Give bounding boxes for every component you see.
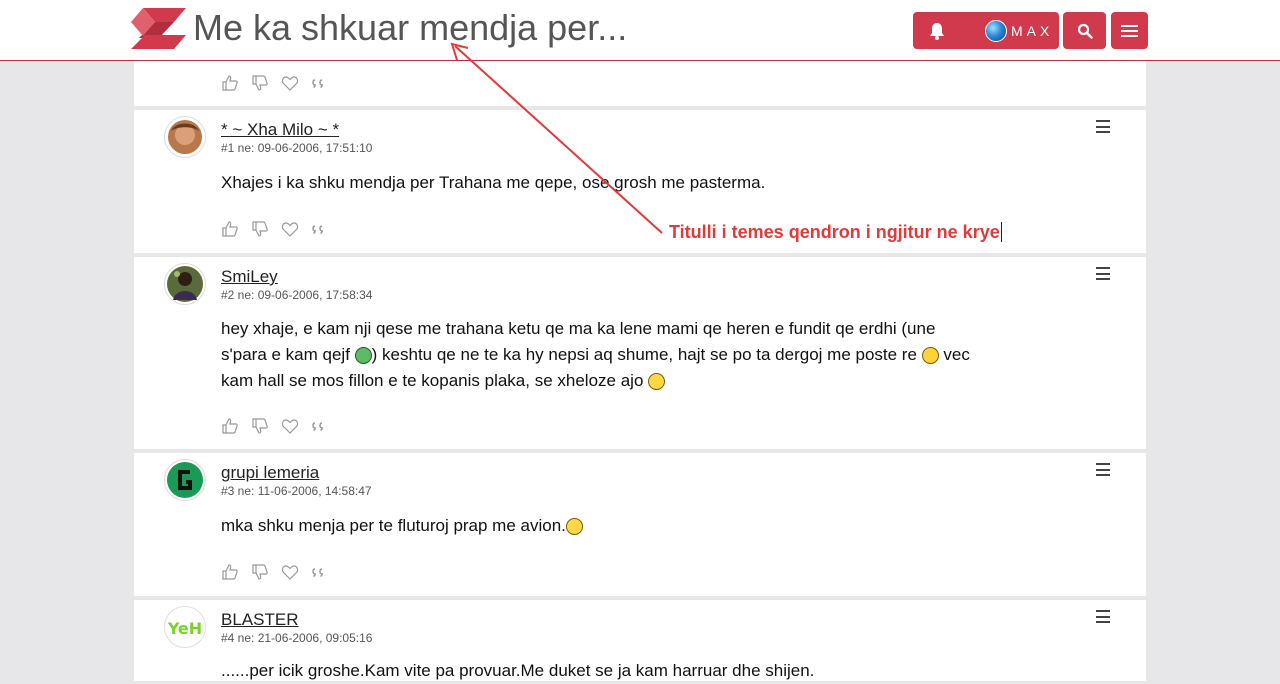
- post-actions: [221, 417, 329, 435]
- avatar[interactable]: [164, 459, 206, 501]
- avatar[interactable]: YeH: [164, 606, 206, 648]
- post-actions: [221, 220, 329, 238]
- text-segment: s'para e kam qejf: [221, 345, 355, 364]
- dislike-icon[interactable]: [251, 563, 269, 581]
- post-body: mka shku menja per te fluturoj prap me a…: [221, 513, 1051, 539]
- post-item: YeH BLASTER #4 ne: 21-06-2006, 09:05:16 …: [134, 600, 1146, 681]
- main-menu-button[interactable]: [1111, 12, 1148, 49]
- post-meta: #4 ne: 21-06-2006, 09:05:16: [221, 631, 373, 645]
- annotation-label: Titulli i temes qendron i ngjitur ne kry…: [669, 222, 1000, 242]
- heart-icon[interactable]: [281, 563, 299, 581]
- annotation-text: Titulli i temes qendron i ngjitur ne kry…: [669, 222, 1002, 243]
- post-body: Xhajes i ka shku mendja per Trahana me q…: [221, 173, 766, 192]
- post-meta: #3 ne: 11-06-2006, 14:58:47: [221, 484, 372, 498]
- grin-smiley-icon: [354, 347, 372, 364]
- like-icon[interactable]: [221, 74, 239, 92]
- like-icon[interactable]: [221, 417, 239, 435]
- post-item: grupi lemeria #3 ne: 11-06-2006, 14:58:4…: [134, 453, 1146, 596]
- page-title: Me ka shkuar mendja per...: [193, 7, 628, 48]
- post-meta: #1 ne: 09-06-2006, 17:51:10: [221, 141, 373, 155]
- tongue-smiley-icon: [921, 347, 939, 364]
- quote-icon[interactable]: [311, 563, 329, 581]
- post-author[interactable]: SmiLey: [221, 267, 278, 287]
- text-segment: vec: [938, 345, 970, 364]
- post-menu-icon[interactable]: [1096, 120, 1110, 133]
- like-icon[interactable]: [221, 220, 239, 238]
- svg-text:YeH: YeH: [167, 619, 202, 638]
- quote-icon[interactable]: [311, 74, 329, 92]
- post-actions: [221, 563, 329, 581]
- post-actions: [221, 74, 329, 92]
- user-avatar-icon: [985, 19, 1007, 42]
- post-body-line: s'para e kam qejf ) keshtu qe ne te ka h…: [221, 342, 1051, 368]
- dislike-icon[interactable]: [251, 417, 269, 435]
- top-header: Me ka shkuar mendja per... MAX: [0, 0, 1280, 61]
- heart-icon[interactable]: [281, 417, 299, 435]
- hamburger-icon: [1121, 24, 1138, 37]
- heart-icon[interactable]: [281, 74, 299, 92]
- quote-icon[interactable]: [311, 220, 329, 238]
- heart-icon[interactable]: [281, 220, 299, 238]
- post-menu-icon[interactable]: [1096, 267, 1110, 280]
- text-segment: ) keshtu qe ne te ka hy nepsi aq shume, …: [371, 345, 922, 364]
- post-body: hey xhaje, e kam nji qese me trahana ket…: [221, 316, 1051, 394]
- username-label: MAX: [1011, 22, 1054, 39]
- post-body-line: hey xhaje, e kam nji qese me trahana ket…: [221, 319, 936, 338]
- search-button[interactable]: [1063, 12, 1106, 49]
- post-menu-icon[interactable]: [1096, 463, 1110, 476]
- quote-icon[interactable]: [311, 417, 329, 435]
- post-author[interactable]: BLASTER: [221, 610, 298, 630]
- search-icon: [1077, 23, 1093, 39]
- post-author[interactable]: * ~ Xha Milo ~ *: [221, 120, 339, 140]
- post-body: ......per icik groshe.Kam vite pa provua…: [221, 661, 815, 680]
- text-segment: mka shku menja per te fluturoj prap me a…: [221, 516, 566, 535]
- dislike-icon[interactable]: [251, 74, 269, 92]
- post-author[interactable]: grupi lemeria: [221, 463, 319, 483]
- bell-icon[interactable]: [929, 22, 945, 40]
- post-body-line: kam hall se mos fillon e te kopanis plak…: [221, 368, 1051, 394]
- avatar[interactable]: [164, 116, 206, 158]
- text-caret: [1000, 222, 1002, 242]
- notifications-user-button[interactable]: MAX: [913, 12, 1059, 49]
- grin-smiley-icon: [565, 518, 583, 535]
- dislike-icon[interactable]: [251, 220, 269, 238]
- post-menu-icon[interactable]: [1096, 610, 1110, 623]
- post-item: SmiLey #2 ne: 09-06-2006, 17:58:34 hey x…: [134, 257, 1146, 449]
- site-logo[interactable]: [131, 8, 186, 49]
- like-icon[interactable]: [221, 563, 239, 581]
- post-partial: [134, 61, 1146, 106]
- grin-smiley-icon: [648, 373, 666, 390]
- avatar[interactable]: [164, 263, 206, 305]
- post-meta: #2 ne: 09-06-2006, 17:58:34: [221, 288, 373, 302]
- text-segment: kam hall se mos fillon e te kopanis plak…: [221, 371, 649, 390]
